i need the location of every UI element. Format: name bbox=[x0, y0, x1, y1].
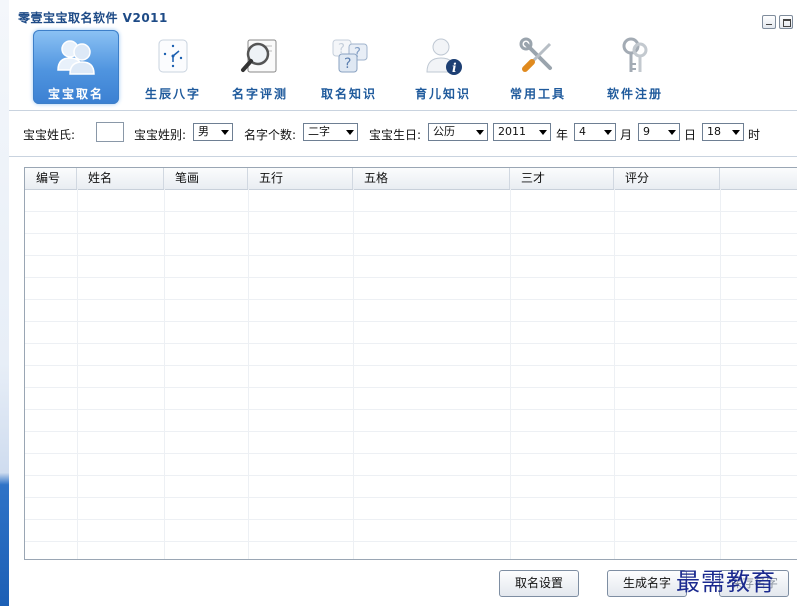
row-gridline bbox=[25, 343, 797, 344]
question-icon: ? ? ? bbox=[332, 39, 368, 73]
row-gridline bbox=[25, 233, 797, 234]
tab-common-tools[interactable]: 常用工具 bbox=[495, 30, 581, 104]
year-select[interactable]: 2011 bbox=[493, 123, 551, 141]
month-unit: 月 bbox=[620, 128, 633, 142]
column-header-score[interactable]: 评分 bbox=[614, 168, 720, 189]
column-gridline bbox=[77, 189, 78, 559]
name-results-table[interactable]: 编号 姓名 笔画 五行 五格 三才 评分 bbox=[24, 167, 797, 560]
tab-label: 生辰八字 bbox=[144, 87, 201, 101]
keys-icon bbox=[622, 37, 648, 72]
naming-settings-button[interactable]: 取名设置 bbox=[499, 570, 579, 597]
column-gridline bbox=[164, 189, 165, 559]
form-divider bbox=[9, 156, 797, 157]
column-header-strokes[interactable]: 笔画 bbox=[164, 168, 248, 189]
tab-label: 常用工具 bbox=[509, 87, 566, 101]
table-header: 编号 姓名 笔画 五行 五格 三才 评分 bbox=[25, 168, 797, 190]
column-header-number[interactable]: 编号 bbox=[25, 168, 77, 189]
toolbar-divider bbox=[9, 110, 797, 111]
tab-label: 软件注册 bbox=[606, 87, 663, 101]
chevron-down-icon bbox=[668, 130, 676, 135]
name-count-label: 名字个数: bbox=[244, 128, 297, 142]
chevron-down-icon bbox=[732, 130, 740, 135]
babies-icon bbox=[57, 40, 95, 75]
chevron-down-icon bbox=[221, 130, 229, 135]
watermark: 最需教育 bbox=[676, 568, 776, 596]
tab-birth-chart[interactable]: 生辰八字 bbox=[130, 30, 216, 104]
column-gridline bbox=[510, 189, 511, 559]
surname-input[interactable] bbox=[96, 122, 124, 142]
tab-label: 育儿知识 bbox=[414, 87, 471, 101]
chevron-down-icon bbox=[539, 130, 547, 135]
svg-text:i: i bbox=[452, 61, 457, 75]
tools-icon bbox=[519, 37, 552, 72]
gender-select[interactable]: 男 bbox=[193, 123, 233, 141]
tab-name-test[interactable]: 名字评测 bbox=[217, 30, 303, 104]
row-gridline bbox=[25, 387, 797, 388]
day-unit: 日 bbox=[684, 128, 697, 142]
gender-label: 宝宝姓别: bbox=[134, 128, 187, 142]
window-left-edge bbox=[0, 0, 9, 606]
row-gridline bbox=[25, 453, 797, 454]
row-gridline bbox=[25, 409, 797, 410]
user-info-icon: i bbox=[426, 38, 462, 75]
month-value: 4 bbox=[579, 125, 586, 138]
row-gridline bbox=[25, 211, 797, 212]
app-window: 零壹宝宝取名软件 V2011 宝宝取名 生辰八字 名字评测 ? ? ? 取名知识… bbox=[0, 0, 797, 606]
column-gridline bbox=[353, 189, 354, 559]
day-select[interactable]: 9 bbox=[638, 123, 680, 141]
hour-unit: 时 bbox=[748, 128, 761, 142]
day-value: 9 bbox=[643, 125, 650, 138]
row-gridline bbox=[25, 497, 797, 498]
row-gridline bbox=[25, 365, 797, 366]
window-controls bbox=[762, 15, 793, 29]
column-header-three-talents[interactable]: 三才 bbox=[510, 168, 614, 189]
calendar-type-value: 公历 bbox=[433, 125, 455, 138]
tab-label: 名字评测 bbox=[231, 87, 288, 101]
row-gridline bbox=[25, 277, 797, 278]
chevron-down-icon bbox=[476, 130, 484, 135]
row-gridline bbox=[25, 299, 797, 300]
row-gridline bbox=[25, 519, 797, 520]
tab-label: 宝宝取名 bbox=[47, 87, 104, 101]
calendar-type-select[interactable]: 公历 bbox=[428, 123, 488, 141]
hour-value: 18 bbox=[707, 125, 721, 138]
month-select[interactable]: 4 bbox=[574, 123, 616, 141]
column-header-name[interactable]: 姓名 bbox=[77, 168, 164, 189]
tab-label: 取名知识 bbox=[320, 87, 377, 101]
year-unit: 年 bbox=[556, 128, 569, 142]
tab-baby-naming[interactable]: 宝宝取名 bbox=[33, 30, 119, 104]
hour-select[interactable]: 18 bbox=[702, 123, 744, 141]
window-title: 零壹宝宝取名软件 V2011 bbox=[18, 11, 168, 25]
row-gridline bbox=[25, 255, 797, 256]
column-header-five-elements[interactable]: 五行 bbox=[248, 168, 353, 189]
column-header-five-grids[interactable]: 五格 bbox=[353, 168, 510, 189]
generate-names-button[interactable]: 生成名字 bbox=[607, 570, 687, 597]
year-value: 2011 bbox=[498, 125, 526, 138]
tab-naming-knowledge[interactable]: ? ? ? 取名知识 bbox=[306, 30, 392, 104]
chevron-down-icon bbox=[604, 130, 612, 135]
baby-info-form: 宝宝姓氏: 宝宝姓别: 男 名字个数: 二字 宝宝生日: 公历 2011 年 4… bbox=[19, 120, 789, 146]
magnifier-icon bbox=[241, 39, 277, 73]
row-gridline bbox=[25, 475, 797, 476]
column-gridline bbox=[248, 189, 249, 559]
main-toolbar: 宝宝取名 生辰八字 名字评测 ? ? ? 取名知识 i 育儿知识 常用工具 软件… bbox=[30, 30, 730, 104]
gender-value: 男 bbox=[198, 125, 209, 138]
surname-label: 宝宝姓氏: bbox=[23, 128, 76, 142]
minimize-button[interactable] bbox=[762, 15, 776, 29]
name-count-select[interactable]: 二字 bbox=[303, 123, 358, 141]
chevron-down-icon bbox=[346, 130, 354, 135]
column-gridline bbox=[720, 189, 721, 559]
column-gridline bbox=[614, 189, 615, 559]
tab-register-software[interactable]: 软件注册 bbox=[592, 30, 678, 104]
maximize-button[interactable] bbox=[779, 15, 793, 29]
row-gridline bbox=[25, 321, 797, 322]
name-count-value: 二字 bbox=[308, 125, 330, 138]
clock-icon bbox=[158, 39, 188, 73]
row-gridline bbox=[25, 541, 797, 542]
tab-parenting-knowledge[interactable]: i 育儿知识 bbox=[400, 30, 486, 104]
row-gridline bbox=[25, 431, 797, 432]
svg-text:?: ? bbox=[344, 56, 351, 72]
birthday-label: 宝宝生日: bbox=[369, 128, 422, 142]
